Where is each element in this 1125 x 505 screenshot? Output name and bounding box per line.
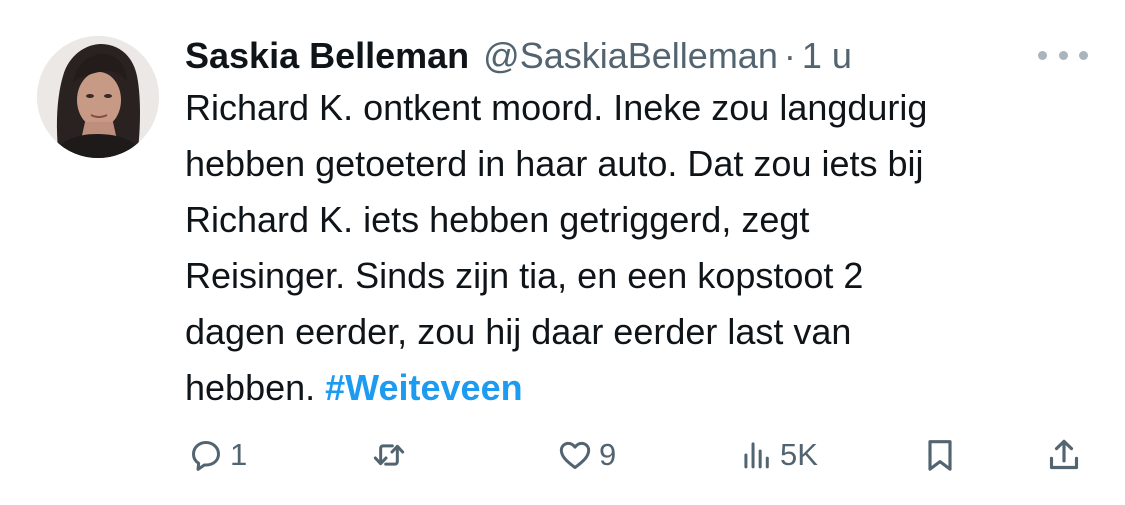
tweet-text-line: Richard K. iets hebben getriggerd, zegt (185, 199, 810, 240)
tweet-text-last-line: hebben. #Weiteveen (185, 360, 1085, 416)
timestamp[interactable]: 1 u (802, 30, 852, 82)
reply-button[interactable]: 1 (186, 425, 247, 485)
action-bar: 1 9 5K (0, 425, 1125, 485)
tweet-text-line: hebben getoeterd in haar auto. Dat zou i… (185, 143, 924, 184)
share-button[interactable] (1044, 425, 1084, 485)
retweet-icon (373, 444, 405, 466)
tweet-text-line: Reisinger. Sinds zijn tia, en een kopsto… (185, 255, 864, 296)
tweet-header: Saskia Belleman @SaskiaBelleman · 1 u (185, 30, 852, 82)
share-icon (1049, 439, 1079, 470)
more-options-icon[interactable] (1038, 42, 1088, 68)
heart-icon (559, 441, 591, 469)
bookmark-button[interactable] (920, 425, 960, 485)
like-count: 9 (599, 437, 617, 472)
avatar[interactable] (37, 36, 159, 158)
views-icon (744, 442, 769, 469)
like-button[interactable]: 9 (555, 425, 616, 485)
tweet-card: Saskia Belleman @SaskiaBelleman · 1 u Ri… (0, 0, 1125, 505)
tweet-text-line: hebben. (185, 367, 326, 408)
reply-count: 1 (230, 437, 248, 472)
views-button[interactable]: 5K (738, 425, 818, 485)
author-name[interactable]: Saskia Belleman (185, 30, 469, 82)
bookmark-icon (928, 440, 952, 471)
author-handle[interactable]: @SaskiaBelleman (483, 30, 778, 82)
separator-dot: · (783, 35, 796, 76)
reply-icon (192, 441, 220, 471)
retweet-button[interactable] (368, 425, 414, 485)
avatar-portrait (37, 36, 159, 158)
hashtag-link[interactable]: #Weiteveen (325, 367, 522, 408)
views-count: 5K (780, 437, 818, 472)
tweet-text-line: dagen eerder, zou hij daar eerder last v… (185, 311, 852, 352)
tweet-text-line: Richard K. ontkent moord. Ineke zou lang… (185, 87, 928, 128)
tweet-text: Richard K. ontkent moord. Ineke zou lang… (185, 80, 1085, 416)
